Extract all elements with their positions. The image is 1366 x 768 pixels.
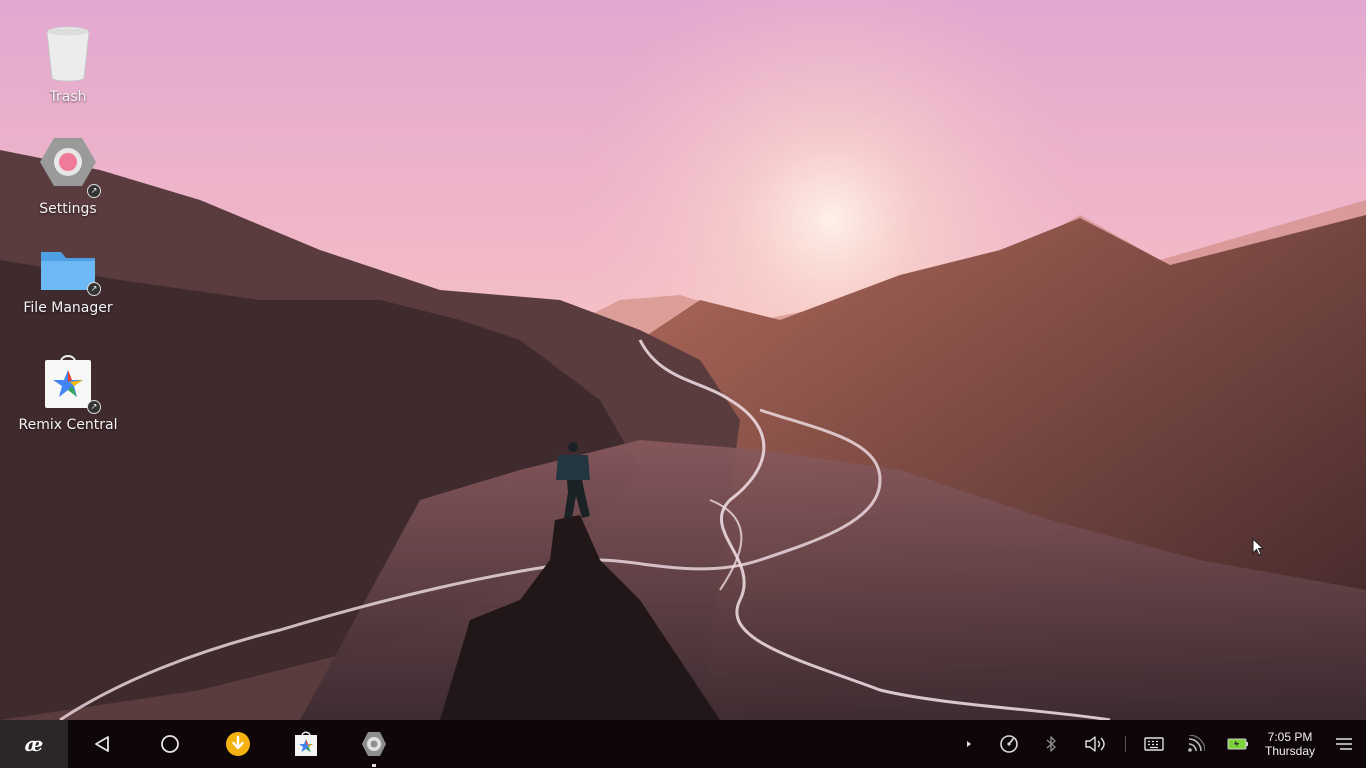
remix-central-app-icon — [295, 731, 317, 756]
trash-icon — [39, 24, 97, 84]
download-app-icon — [226, 732, 250, 756]
tray-performance-button[interactable] — [989, 720, 1029, 768]
taskbar-app-remix-central[interactable] — [272, 720, 340, 768]
taskbar: æ 7:05 PM Thursday — [0, 720, 1366, 768]
tray-bluetooth-button[interactable] — [1029, 720, 1073, 768]
taskbar-app-download[interactable] — [204, 720, 272, 768]
desktop-icon-settings[interactable]: ↗ Settings — [0, 136, 136, 217]
tray-volume-button[interactable] — [1073, 720, 1117, 768]
desktop-icon-label: Trash — [49, 89, 87, 105]
mountain-landscape-image — [0, 0, 1366, 720]
clock-time: 7:05 PM — [1267, 730, 1313, 744]
shortcut-arrow-icon: ↗ — [87, 282, 101, 296]
expand-arrow-icon — [967, 741, 971, 747]
desktop-icon-remix-central[interactable]: ↗ Remix Central — [0, 352, 136, 433]
tray-expand-button[interactable] — [949, 720, 989, 768]
taskbar-app-settings[interactable] — [340, 720, 408, 768]
tray-keyboard-button[interactable] — [1134, 720, 1174, 768]
desktop-icon-label: Settings — [39, 201, 97, 217]
battery-icon — [1227, 738, 1248, 750]
tray-network-button[interactable] — [1174, 720, 1218, 768]
notification-menu-icon — [1336, 738, 1352, 750]
shortcut-arrow-icon: ↗ — [87, 400, 101, 414]
desktop-icon-label: Remix Central — [18, 417, 118, 433]
system-tray: 7:05 PM Thursday — [949, 720, 1366, 768]
home-icon — [161, 735, 179, 753]
back-icon — [95, 736, 109, 752]
remix-central-icon: ↗ — [39, 352, 101, 414]
home-button[interactable] — [136, 720, 204, 768]
clock-day: Thursday — [1264, 744, 1316, 758]
speed-gauge-icon — [1000, 735, 1018, 753]
tray-divider — [1125, 736, 1126, 752]
clock[interactable]: 7:05 PM Thursday — [1258, 720, 1322, 768]
bluetooth-icon — [1046, 736, 1056, 752]
shortcut-arrow-icon: ↗ — [87, 184, 101, 198]
folder-icon: ↗ — [39, 246, 101, 306]
keyboard-icon — [1144, 737, 1164, 751]
settings-gear-icon: ↗ — [39, 136, 101, 198]
volume-icon — [1085, 736, 1105, 752]
settings-app-icon — [362, 732, 386, 756]
notification-menu-button[interactable] — [1322, 720, 1366, 768]
tray-battery-button[interactable] — [1218, 720, 1258, 768]
wifi-signal-icon — [1188, 735, 1205, 752]
back-button[interactable] — [68, 720, 136, 768]
remix-logo-icon: æ — [24, 732, 44, 756]
desktop-icon-trash[interactable]: Trash — [0, 24, 136, 105]
start-menu-button[interactable]: æ — [0, 720, 68, 768]
desktop-wallpaper — [0, 0, 1366, 720]
running-indicator — [372, 764, 376, 767]
mouse-cursor-icon — [1252, 538, 1264, 556]
desktop-icon-file-manager[interactable]: ↗ File Manager — [0, 246, 136, 316]
